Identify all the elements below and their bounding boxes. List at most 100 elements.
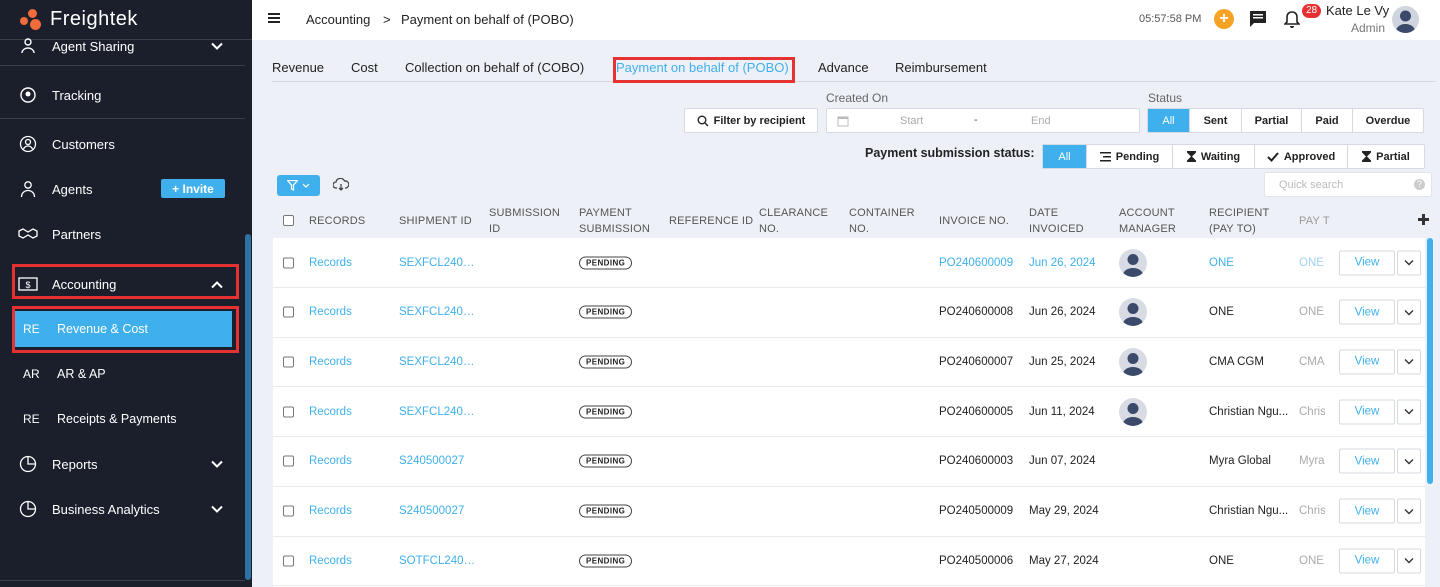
row-checkbox[interactable] <box>283 455 294 467</box>
row-actions-dropdown[interactable] <box>1397 448 1421 474</box>
message-icon[interactable] <box>1249 10 1267 31</box>
column-filter-button[interactable] <box>277 175 320 196</box>
submission-pending[interactable]: Pending <box>1087 145 1173 168</box>
add-column-icon[interactable] <box>1418 214 1429 228</box>
date-range-picker[interactable]: Start - End <box>826 108 1140 133</box>
records-link[interactable]: Records <box>309 406 352 418</box>
row-checkbox[interactable] <box>283 406 294 418</box>
end-date-input[interactable]: End <box>1031 115 1051 127</box>
row-checkbox[interactable] <box>283 306 294 318</box>
view-button[interactable]: View <box>1339 448 1395 474</box>
status-paid[interactable]: Paid <box>1302 109 1353 132</box>
submission-waiting[interactable]: Waiting <box>1173 145 1255 168</box>
row-checkbox[interactable] <box>283 356 294 368</box>
select-all-checkbox[interactable] <box>283 215 294 226</box>
header-shipment-id[interactable]: SHIPMENT ID <box>399 213 472 229</box>
shipment-id-link[interactable]: S240500027 <box>399 455 477 467</box>
help-icon[interactable]: ? <box>1414 179 1425 190</box>
view-button[interactable]: View <box>1339 250 1395 275</box>
row-actions-dropdown[interactable] <box>1397 399 1421 425</box>
header-clearance-no[interactable]: CLEARANCE NO. <box>759 205 828 237</box>
add-icon[interactable]: + <box>1214 9 1234 29</box>
submission-partial[interactable]: Partial <box>1348 145 1424 168</box>
row-actions-dropdown[interactable] <box>1397 299 1421 325</box>
sidebar-item-reports[interactable]: Reports <box>0 454 245 474</box>
table-row[interactable]: Records SOTFCL2405... PENDING PO240500006 Ma… <box>273 536 1425 587</box>
user-name[interactable]: Kate Le Vy <box>1326 3 1389 18</box>
row-checkbox[interactable] <box>283 257 294 268</box>
status-all[interactable]: All <box>1148 109 1190 132</box>
row-checkbox[interactable] <box>283 505 294 517</box>
view-button[interactable]: View <box>1339 399 1395 425</box>
view-button[interactable]: View <box>1339 349 1395 375</box>
row-checkbox[interactable] <box>283 555 294 567</box>
shipment-id-link[interactable]: SEXFCL2406... <box>399 356 477 368</box>
row-actions-dropdown[interactable] <box>1397 349 1421 375</box>
status-partial[interactable]: Partial <box>1242 109 1302 132</box>
records-link[interactable]: Records <box>309 306 352 318</box>
header-account-manager[interactable]: ACCOUNT MANAGER <box>1119 205 1176 237</box>
logo[interactable]: Freightek <box>0 0 252 40</box>
table-row[interactable]: Records S240500027 PENDING PO240600003 Jun 0… <box>273 437 1425 487</box>
table-row[interactable]: Records SEXFCL2406... PENDING PO240600008 Ju… <box>273 288 1425 338</box>
tab-cost[interactable]: Cost <box>351 60 378 75</box>
tab-cobo[interactable]: Collection on behalf of (COBO) <box>405 60 584 75</box>
header-date-invoiced[interactable]: DATE INVOICED <box>1029 205 1084 237</box>
view-button[interactable]: View <box>1339 299 1395 325</box>
sidebar-subitem-receipts-payments[interactable]: RE Receipts & Payments <box>14 401 232 437</box>
header-recipient[interactable]: RECIPIENT (PAY TO) <box>1209 205 1269 237</box>
submission-approved[interactable]: Approved <box>1255 145 1348 168</box>
table-row[interactable]: Records S240500027 PENDING PO240500009 May 2… <box>273 487 1425 537</box>
sidebar-item-agent-sharing[interactable]: Agent Sharing <box>0 36 245 56</box>
row-actions-dropdown[interactable] <box>1397 548 1421 574</box>
start-date-input[interactable]: Start <box>900 115 923 127</box>
records-link[interactable]: Records <box>309 356 352 368</box>
invite-button[interactable]: + Invite <box>161 179 225 198</box>
shipment-id-link[interactable]: SEXFCL2406... <box>399 257 477 269</box>
cloud-download-icon[interactable] <box>332 177 350 194</box>
sidebar-item-partners[interactable]: Partners <box>0 224 245 244</box>
sidebar-subitem-ar-ap[interactable]: AR AR & AP <box>14 356 232 392</box>
records-link[interactable]: Records <box>309 257 352 269</box>
quick-search-input[interactable]: Quick search ? <box>1264 172 1432 197</box>
invoice-no[interactable]: PO240600009 <box>939 257 1013 269</box>
header-reference-id[interactable]: REFERENCE ID <box>669 213 753 229</box>
records-link[interactable]: Records <box>309 455 352 467</box>
shipment-id-link[interactable]: SEXFCL2406... <box>399 406 477 418</box>
table-row[interactable]: Records SEXFCL2406... PENDING PO240600009 Ju… <box>273 238 1425 288</box>
menu-icon[interactable] <box>268 12 280 27</box>
shipment-id-link[interactable]: SEXFCL2406... <box>399 306 477 318</box>
header-pay-to[interactable]: PAY T <box>1299 213 1331 229</box>
bell-icon[interactable] <box>1283 10 1301 31</box>
sidebar-scrollbar[interactable] <box>245 234 251 580</box>
shipment-id-link[interactable]: SOTFCL2405... <box>399 555 477 567</box>
header-container-no[interactable]: CONTAINER NO. <box>849 205 915 237</box>
tab-advance[interactable]: Advance <box>818 60 869 75</box>
table-row[interactable]: Records SEXFCL2406... PENDING PO240600005 Ju… <box>273 387 1425 438</box>
header-submission-id[interactable]: SUBMISSION ID <box>489 205 560 237</box>
date-invoiced[interactable]: Jun 26, 2024 <box>1029 257 1096 269</box>
records-link[interactable]: Records <box>309 505 352 517</box>
filter-by-recipient-button[interactable]: Filter by recipient <box>684 108 818 133</box>
tab-reimbursement[interactable]: Reimbursement <box>895 60 987 75</box>
row-actions-dropdown[interactable] <box>1397 250 1421 275</box>
header-payment-submission[interactable]: PAYMENT SUBMISSION <box>579 205 650 237</box>
avatar[interactable] <box>1392 6 1419 33</box>
shipment-id-link[interactable]: S240500027 <box>399 505 477 517</box>
status-overdue[interactable]: Overdue <box>1353 109 1423 132</box>
recipient[interactable]: ONE <box>1209 257 1289 269</box>
sidebar-item-tracking[interactable]: Tracking <box>0 85 245 105</box>
view-button[interactable]: View <box>1339 498 1395 524</box>
sidebar-item-business-analytics[interactable]: Business Analytics <box>0 499 245 519</box>
header-records[interactable]: RECORDS <box>309 213 365 229</box>
table-row[interactable]: Records SEXFCL2406... PENDING PO240600007 Ju… <box>273 337 1425 388</box>
sidebar-item-customers[interactable]: Customers <box>0 134 245 154</box>
status-sent[interactable]: Sent <box>1190 109 1242 132</box>
row-actions-dropdown[interactable] <box>1397 498 1421 524</box>
header-invoice-no[interactable]: INVOICE NO. <box>939 213 1009 229</box>
records-link[interactable]: Records <box>309 555 352 567</box>
view-button[interactable]: View <box>1339 548 1395 574</box>
submission-all[interactable]: All <box>1043 145 1087 168</box>
table-scrollbar[interactable] <box>1427 238 1433 484</box>
breadcrumb-accounting[interactable]: Accounting <box>306 12 370 27</box>
